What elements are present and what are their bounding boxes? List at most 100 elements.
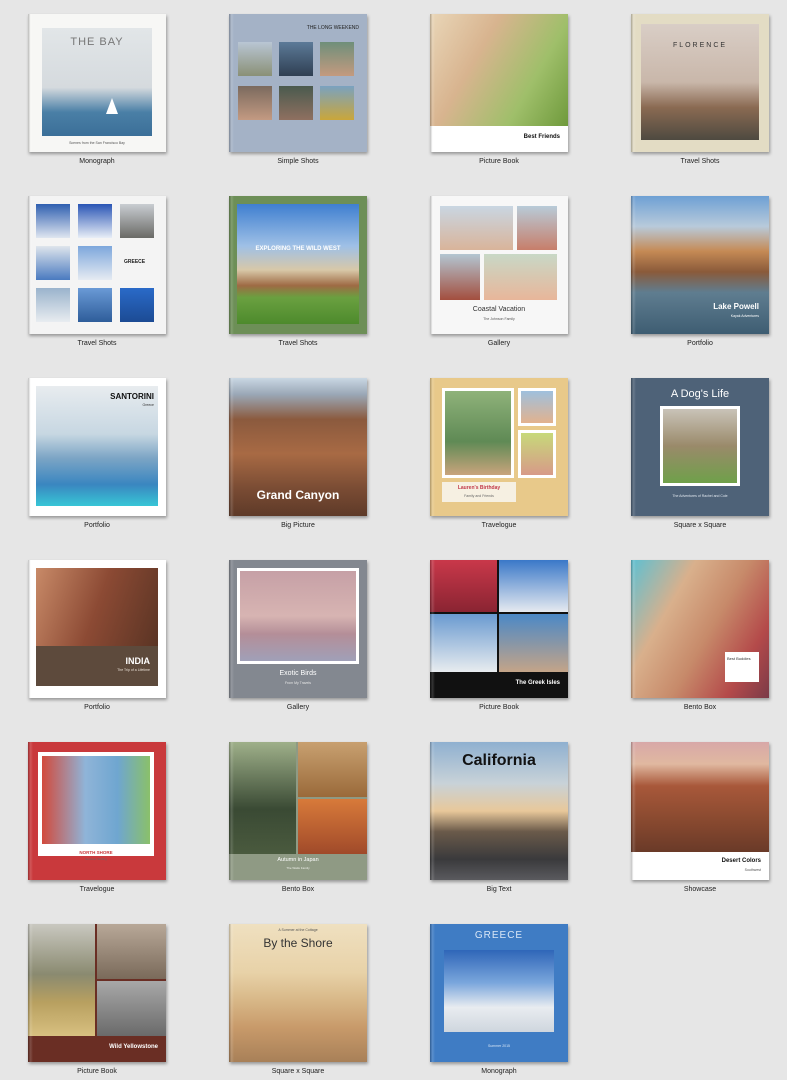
book-style-label: Travelogue (481, 522, 517, 529)
book-cover[interactable]: EXPLORING THE WILD WEST (229, 196, 367, 334)
cover-photo (237, 568, 359, 664)
book-dogs-life[interactable]: A Dog's Life The Adventures of Rachel an… (631, 378, 769, 529)
book-cover[interactable]: Lake Powell Kayak Adventures (631, 196, 769, 334)
book-wild-west[interactable]: EXPLORING THE WILD WEST Travel Shots (229, 196, 367, 347)
book-style-label: Gallery (487, 340, 511, 347)
cover-title: SANTORINI (110, 392, 154, 401)
book-style-label: Bento Box (683, 704, 717, 711)
cover-title: A Dog's Life (670, 388, 730, 400)
book-cover[interactable]: Coastal Vacation The Johnson Family (430, 196, 568, 334)
cover-photo (430, 14, 568, 126)
book-cover[interactable]: Best Buddies (631, 560, 769, 698)
book-wild-yellowstone[interactable]: Wild Yellowstone Picture Book (28, 924, 166, 1075)
cover-photo (36, 386, 158, 506)
cover-photo (499, 614, 568, 672)
book-cover[interactable]: GREECE (28, 196, 166, 334)
cover-title: EXPLORING THE WILD WEST (255, 246, 341, 252)
cover-photo (238, 42, 272, 76)
book-greek-isles[interactable]: The Greek Isles Picture Book (430, 560, 568, 711)
book-santorini[interactable]: SANTORINI Greece Portfolio (28, 378, 166, 529)
cover-subtitle: Summer Surfing (85, 857, 107, 861)
cover-title: Best Buddies (727, 656, 751, 661)
book-cover[interactable]: THE LONG WEEKEND (229, 14, 367, 152)
book-cover[interactable]: NORTH SHORE Summer Surfing (28, 742, 166, 880)
book-style-label: Monograph (79, 158, 115, 165)
cover-photo (38, 752, 154, 856)
cover-photo (298, 742, 367, 797)
book-cover[interactable]: GREECE Summer 2015 (430, 924, 568, 1062)
cover-subtitle: From My Travels (284, 681, 312, 685)
book-cover[interactable]: California (430, 742, 568, 880)
cover-photo (430, 614, 497, 672)
cover-subtitle: The Adventures of Rachel and Cole (672, 494, 728, 498)
book-cover[interactable]: A Dog's Life The Adventures of Rachel an… (631, 378, 769, 516)
book-grand-canyon[interactable]: Grand Canyon Big Picture (229, 378, 367, 529)
cover-subtitle: The Johnson Family (483, 317, 515, 321)
book-cover[interactable]: Exotic Birds From My Travels (229, 560, 367, 698)
book-style-label: Simple Shots (277, 158, 319, 165)
book-cover[interactable]: Desert Colors Southwest (631, 742, 769, 880)
cover-photo (36, 568, 158, 646)
cover-subtitle: Kayak Adventures (730, 314, 759, 318)
book-cover[interactable]: FLORENCE (631, 14, 769, 152)
book-cover[interactable]: Lauren's Birthday Family and Friends (430, 378, 568, 516)
book-cover[interactable]: Grand Canyon (229, 378, 367, 516)
cover-title: Best Friends (523, 134, 560, 140)
book-cover[interactable]: The Greek Isles (430, 560, 568, 698)
cover-photo (440, 206, 513, 250)
book-california[interactable]: California Big Text (430, 742, 568, 893)
book-cover[interactable]: A Summer at the Cottage By the Shore (229, 924, 367, 1062)
book-cover[interactable]: INDIA The Trip of a Lifetime (28, 560, 166, 698)
cover-photo (517, 206, 557, 250)
cover-title: GREECE (124, 259, 146, 265)
cover-photo (229, 742, 296, 854)
cover-subtitle: Family and Friends (464, 494, 494, 498)
book-style-label: Square x Square (673, 522, 727, 529)
cover-photo (78, 246, 112, 280)
cover-title: THE BAY (70, 36, 124, 48)
book-greece-grid[interactable]: GREECE Travel Shots (28, 196, 166, 347)
cover-subtitle: Southwest (744, 868, 761, 872)
cover-subtitle: A Summer at the Cottage (278, 928, 318, 932)
book-cover[interactable]: Best Friends (430, 14, 568, 152)
cover-title: Lauren's Birthday (457, 485, 501, 491)
book-long-weekend[interactable]: THE LONG WEEKEND Simple Shots (229, 14, 367, 165)
book-by-the-shore[interactable]: A Summer at the Cottage By the Shore Squ… (229, 924, 367, 1075)
book-style-label: Picture Book (479, 158, 519, 165)
book-cover[interactable]: Wild Yellowstone (28, 924, 166, 1062)
book-cover[interactable]: THE BAY Scenes from the San Francisco Ba… (28, 14, 166, 152)
book-cover[interactable]: SANTORINI Greece (28, 378, 166, 516)
book-style-label: Travel Shots (278, 340, 318, 347)
cover-title: Desert Colors (721, 858, 761, 864)
cover-title: Exotic Birds (279, 670, 317, 677)
book-cover[interactable]: Autumn in Japan The Watts Family (229, 742, 367, 880)
cover-photo (440, 254, 480, 300)
cover-photo (430, 560, 497, 612)
cover-photo (237, 204, 359, 324)
book-style-label: Travel Shots (680, 158, 720, 165)
cover-photo (660, 406, 740, 486)
book-north-shore[interactable]: NORTH SHORE Summer Surfing Travelogue (28, 742, 166, 893)
book-laurens-birthday[interactable]: Lauren's Birthday Family and Friends Tra… (430, 378, 568, 529)
cover-title: Grand Canyon (256, 488, 340, 502)
cover-title: By the Shore (263, 936, 333, 950)
book-coastal-vacation[interactable]: Coastal Vacation The Johnson Family Gall… (430, 196, 568, 347)
book-style-label: Monograph (481, 1068, 517, 1075)
cover-subtitle: Summer 2015 (488, 1044, 510, 1048)
book-greece-monograph[interactable]: GREECE Summer 2015 Monograph (430, 924, 568, 1075)
book-lake-powell[interactable]: Lake Powell Kayak Adventures Portfolio (631, 196, 769, 347)
book-florence[interactable]: FLORENCE Travel Shots (631, 14, 769, 165)
book-style-label: Portfolio (84, 704, 110, 711)
book-exotic-birds[interactable]: Exotic Birds From My Travels Gallery (229, 560, 367, 711)
book-india[interactable]: INDIA The Trip of a Lifetime Portfolio (28, 560, 166, 711)
book-desert-colors[interactable]: Desert Colors Southwest Showcase (631, 742, 769, 893)
book-style-label: Travelogue (79, 886, 115, 893)
book-the-bay[interactable]: THE BAY Scenes from the San Francisco Ba… (28, 14, 166, 165)
book-best-buddies[interactable]: Best Buddies Bento Box (631, 560, 769, 711)
book-best-friends[interactable]: Best Friends Picture Book (430, 14, 568, 165)
cover-title: Lake Powell (713, 302, 759, 311)
cover-photo (36, 204, 70, 238)
book-autumn-japan[interactable]: Autumn in Japan The Watts Family Bento B… (229, 742, 367, 893)
cover-title: GREECE (474, 930, 524, 941)
cover-subtitle: The Trip of a Lifetime (117, 668, 150, 672)
